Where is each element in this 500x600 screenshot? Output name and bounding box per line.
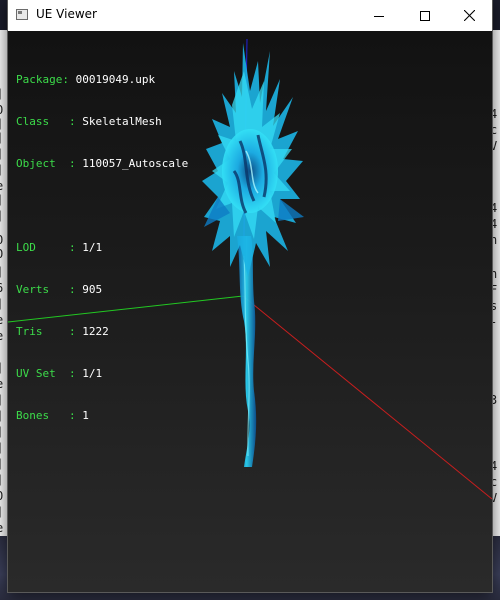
info-tris-row: Tris : 1222 [16, 325, 109, 338]
minimize-icon [374, 15, 384, 17]
minimize-button[interactable] [356, 0, 402, 31]
mesh-info-overlay: Package: 00019049.upk Class : SkeletalMe… [16, 45, 188, 451]
info-verts-value: 905 [82, 283, 103, 296]
info-uvset-row: UV Set : 1/1 [16, 367, 103, 380]
info-class-row: Class : SkeletalMesh [16, 115, 162, 128]
axis-x-line [242, 295, 492, 500]
close-icon [463, 10, 475, 21]
title-bar[interactable]: UE Viewer [8, 0, 492, 31]
maximize-button[interactable] [402, 0, 448, 31]
info-bones-value: 1 [82, 409, 89, 422]
3d-viewport[interactable]: Package: 00019049.upk Class : SkeletalMe… [8, 31, 492, 592]
info-lod-value: 1/1 [82, 241, 103, 254]
mesh-spiky-head [202, 43, 304, 277]
info-class-value: SkeletalMesh [82, 115, 162, 128]
background-console-right: 4cV 44n nFs -34 cV [491, 30, 500, 536]
info-verts-row: Verts : 905 [16, 283, 103, 296]
info-bones-row: Bones : 1 [16, 409, 89, 422]
maximize-icon [420, 10, 430, 21]
ue-viewer-window: UE Viewer Package: 00019049.upk Class: … [8, 0, 492, 592]
info-package-row: Package: 00019049.upk [16, 73, 156, 86]
close-button[interactable] [446, 0, 492, 31]
info-lod-row: LOD : 1/1 [16, 241, 103, 254]
info-tris-value: 1222 [82, 325, 109, 338]
info-uvset-value: 1/1 [82, 367, 103, 380]
info-package-value: 00019049.upk [75, 73, 156, 86]
window-title: UE Viewer [36, 7, 97, 21]
info-object-row: Object : 110057_Autoscale [16, 157, 189, 170]
app-window-icon [16, 9, 28, 20]
info-object-value: 110057_Autoscale [82, 157, 189, 170]
